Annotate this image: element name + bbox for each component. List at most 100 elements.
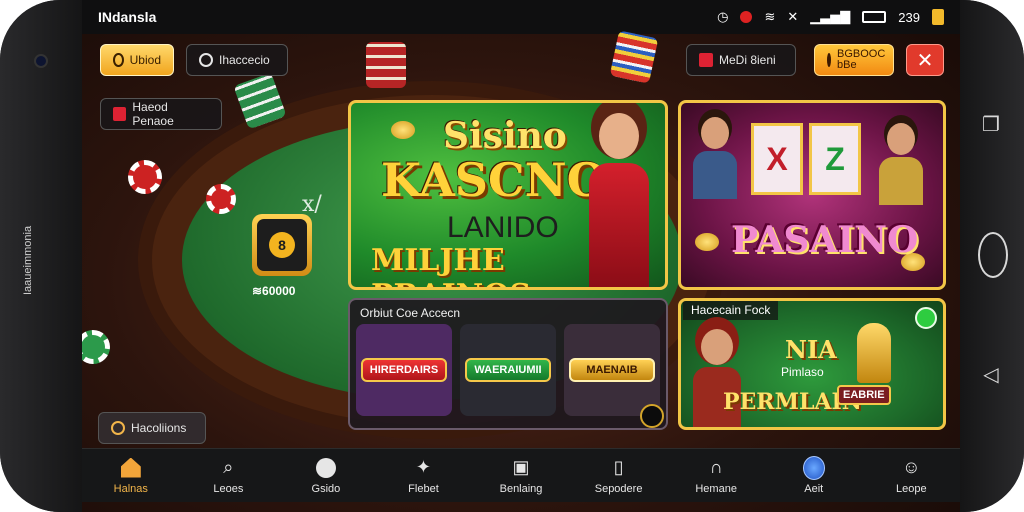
main-banner-line3: LANIDO	[447, 211, 559, 244]
tab-label: Gsido	[311, 482, 341, 495]
bet-chip-button[interactable]: 8	[252, 214, 312, 276]
badge-icon	[915, 307, 937, 329]
gold-button[interactable]: Ubiod	[100, 44, 174, 76]
tab-label: Flebet	[408, 482, 439, 495]
promo-banner[interactable]: Hacecain Fock NIA Pimlaso PERMLAIN EABRI…	[678, 298, 946, 430]
main-banner-line2: KASCNO	[381, 153, 607, 207]
history-icon	[199, 53, 213, 67]
clock-icon	[113, 53, 124, 67]
wallet-icon	[827, 53, 831, 67]
woman-head	[887, 123, 915, 155]
hostess-head	[599, 113, 639, 159]
notifications-button-label: Hacoliions	[131, 421, 187, 435]
tab-deposit[interactable]: ▯ Sepodere	[570, 449, 668, 502]
coin-icon	[640, 404, 664, 428]
notifications-button[interactable]: Hacoliions	[98, 412, 206, 444]
carrier-label: INdansla	[98, 9, 157, 25]
game-tile-label: HIRERDAIRS	[361, 358, 447, 382]
tab-label: Leope	[895, 482, 927, 495]
profile-icon: ☺	[902, 457, 921, 477]
games-panel-title: Orbiut Coe Accecn	[360, 306, 461, 320]
status-bar: INdansla ◷ ≋ ✕ ▁▃▅▇ 239	[82, 0, 960, 34]
close-icon: ✕	[916, 49, 934, 72]
promo-side-label: EABRIE	[837, 385, 891, 405]
alarm-icon: ◷	[717, 9, 729, 24]
green-chip-icon	[82, 330, 110, 364]
deposit-button[interactable]: BGBOOC bBe	[814, 44, 894, 76]
tab-sports[interactable]: Gsido	[277, 449, 375, 502]
trophy-icon	[857, 323, 891, 383]
red-chip-icon	[206, 184, 236, 214]
home-nav-icon[interactable]	[978, 232, 1008, 278]
game-tile[interactable]: WAERAIUMII	[460, 324, 556, 416]
tab-label: Hemane	[695, 482, 737, 495]
coin-icon: 8	[269, 232, 295, 258]
device-side-text: Iaaueimmonia	[22, 225, 34, 295]
tab-label: Benlaing	[499, 482, 543, 495]
back-nav-icon[interactable]: ◁	[976, 362, 1006, 387]
promo-subtitle: Pimlaso	[781, 365, 824, 379]
tab-label: Aeit	[804, 482, 824, 495]
bet-amount: ≋60000	[252, 284, 296, 298]
tab-profile[interactable]: ☺ Leope	[863, 449, 961, 502]
battery-icon	[862, 11, 887, 23]
recents-icon[interactable]: ❐	[976, 112, 1006, 137]
red-chip-icon	[128, 160, 162, 194]
game-tile[interactable]: HIRERDAIRS	[356, 324, 452, 416]
tab-search[interactable]: ⌕ Leoes	[180, 449, 278, 502]
slots-banner[interactable]: X Z PASAINO	[678, 100, 946, 290]
tab-bet[interactable]: ✦ Flebet	[375, 449, 473, 502]
slots-banner-title: PASAINO	[731, 219, 919, 261]
bell-icon	[111, 421, 125, 435]
woman-body	[879, 157, 923, 205]
mute-icon: ✕	[787, 9, 799, 24]
headset-icon: ∩	[709, 457, 723, 477]
room-icon	[113, 107, 127, 121]
app-screen: INdansla ◷ ≋ ✕ ▁▃▅▇ 239 x/ 8 ≋60000 Ubio…	[82, 0, 960, 512]
history-button[interactable]: Ihaccecio	[186, 44, 288, 76]
rooms-button-label: Haeod Penaoe	[132, 100, 174, 128]
phone-icon: ▯	[613, 457, 624, 477]
reel-symbol: Z	[825, 140, 845, 177]
main-banner-line1: Sisino	[443, 115, 567, 157]
hostess-illustration	[577, 103, 657, 287]
left-bezel: Iaaueimmonia	[0, 0, 82, 512]
woman-illustration	[877, 123, 925, 205]
promo-title: Hacecain Fock	[683, 301, 779, 320]
location-icon	[740, 11, 753, 23]
reel-symbol: X	[766, 140, 788, 177]
bet-chip-inner: 8	[257, 219, 307, 271]
hostess-dress	[589, 163, 649, 287]
signal-icon: ▁▃▅▇	[810, 9, 851, 24]
games-panel: Orbiut Coe Accecn HIRERDAIRS WAERAIUMII …	[348, 298, 668, 430]
front-camera	[34, 54, 48, 68]
menu-button[interactable]: MeDi 8ieni	[686, 44, 796, 76]
tab-home[interactable]: Halnas	[82, 449, 180, 502]
tab-label: Leoes	[213, 482, 244, 495]
chip-stack-icon	[609, 30, 659, 84]
game-tile-label: WAERAIUMII	[465, 358, 551, 382]
history-button-label: Ihaccecio	[219, 53, 270, 67]
tab-support[interactable]: ∩ Hemane	[667, 449, 765, 502]
close-button[interactable]: ✕	[906, 44, 944, 76]
phone-frame: Iaaueimmonia ❐ ◁ INdansla ◷ ≋ ✕ ▁▃▅▇ 239…	[0, 0, 1024, 512]
promo-woman-head	[701, 329, 733, 365]
felt-marking: x/	[302, 192, 322, 217]
tab-label: Halnas	[113, 482, 148, 495]
main-promo-banner[interactable]: Sisino KASCNO LANIDO MILJHE PRAINOS	[348, 100, 668, 290]
ball-icon	[315, 457, 337, 479]
tab-globe[interactable]: Aeit	[765, 449, 863, 502]
bottom-tab-bar: Halnas ⌕ Leoes Gsido ✦ Flebet ▣ Benlaing…	[82, 448, 960, 502]
right-bezel: ❐ ◁	[960, 0, 1024, 512]
coin-icon	[695, 233, 719, 251]
promo-headline: NIA	[785, 335, 837, 364]
search-icon: ⌕	[223, 457, 234, 477]
game-tile-label: MAENAIB	[569, 358, 655, 382]
chart-icon: ▣	[512, 457, 530, 477]
rooms-button[interactable]: Haeod Penaoe	[100, 98, 222, 130]
slot-reel: Z	[809, 123, 861, 195]
game-tile[interactable]: MAENAIB	[564, 324, 660, 416]
gold-button-label: Ubiod	[129, 53, 161, 67]
bird-icon: ✦	[415, 457, 432, 477]
tab-banking[interactable]: ▣ Benlaing	[472, 449, 570, 502]
